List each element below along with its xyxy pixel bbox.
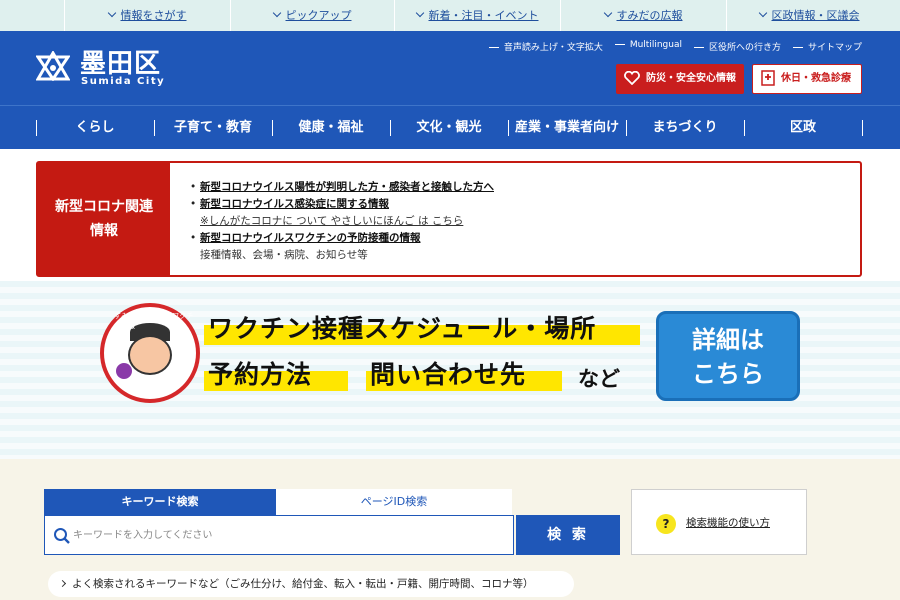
topbar-item-news-events[interactable]: 新着・注目・イベント	[394, 0, 560, 31]
bullet-icon: •	[190, 198, 197, 210]
virus-icon	[116, 363, 132, 379]
topbar-item-label: 区政情報・区議会	[771, 9, 860, 22]
search-button[interactable]: 検 索	[516, 515, 620, 555]
ward-emblem-icon	[36, 51, 70, 81]
mascot-image: すみだ 新型コロナワクチン情報	[100, 303, 200, 403]
safety-info-button[interactable]: 防災・安全安心情報	[616, 64, 744, 94]
corona-link-list: • 新型コロナウイルス陽性が判明した方・感染者と接触した方へ • 新型コロナウイルス…	[190, 179, 494, 264]
util-link-label: Multilingual	[629, 40, 682, 50]
topbar-item-label: ピックアップ	[285, 9, 352, 22]
nav-item-childcare[interactable]: 子育て・教育	[154, 106, 272, 150]
corona-link-easy-japanese[interactable]: ※しんがたコロナに ついて やさしいにほんご は こちら	[190, 215, 463, 227]
util-link-label: 区役所への行き方	[708, 43, 781, 53]
topbar-item-label: すみだの広報	[616, 9, 683, 22]
frequent-keywords-toggle[interactable]: よく検索されるキーワードなど（ごみ仕分け、給付金、転入・転出・戸籍、開庁時間、コ…	[48, 571, 574, 597]
banner-line2a: 予約方法	[208, 360, 313, 389]
help-icon: ?	[656, 514, 676, 534]
banner-line1: ワクチン接種スケジュール・場所	[208, 314, 597, 343]
banner-button-line2: こちら	[692, 360, 764, 388]
safety-button-label: 防災・安全安心情報	[646, 73, 736, 84]
corona-link-vaccine[interactable]: 新型コロナウイルスワクチンの予防接種の情報	[200, 232, 421, 244]
nav-item-culture[interactable]: 文化・観光	[390, 106, 508, 150]
dash-icon	[488, 47, 499, 48]
global-nav: くらし 子育て・教育 健康・福祉 文化・観光 産業・事業者向け まちづくり 区政	[0, 105, 900, 149]
util-link-label: サイトマップ	[807, 43, 862, 53]
corona-label-line1: 新型コロナ関連	[55, 199, 153, 215]
frequent-keywords-label: よく検索されるキーワードなど（ごみ仕分け、給付金、転入・転出・戸籍、開庁時間、コ…	[72, 578, 534, 590]
header-util-links: 音声読み上げ・文字拡大 Multilingual 区役所への行き方 サイトマップ	[488, 40, 862, 53]
search-help-box: ? 検索機能の使い方	[631, 489, 807, 555]
nav-separator	[862, 120, 863, 136]
chevron-right-icon	[58, 579, 67, 588]
banner-section: すみだ 新型コロナワクチン情報 ワクチン接種スケジュール・場所 予約方法 問い合…	[0, 281, 900, 459]
banner-line2c: など	[578, 367, 620, 391]
mascot-face	[128, 335, 172, 375]
topbar-item-ward-council[interactable]: 区政情報・区議会	[726, 0, 892, 31]
list-item: ※しんがたコロナに ついて やさしいにほんご は こちら	[190, 213, 494, 230]
banner-line2b: 問い合わせ先	[370, 360, 527, 389]
list-item: • 新型コロナウイルスワクチンの予防接種の情報	[190, 230, 494, 247]
util-link-sitemap[interactable]: サイトマップ	[792, 40, 862, 53]
corona-link-positive[interactable]: 新型コロナウイルス陽性が判明した方・感染者と接触した方へ	[200, 181, 494, 193]
nav-item-health[interactable]: 健康・福祉	[272, 106, 390, 150]
util-link-multilingual[interactable]: Multilingual	[614, 40, 682, 53]
dash-icon	[614, 44, 625, 45]
list-item: • 新型コロナウイルス陽性が判明した方・感染者と接触した方へ	[190, 179, 494, 196]
mascot-ring-text: すみだ 新型コロナワクチン情報	[114, 312, 194, 330]
logo-sub: Sumida City	[81, 76, 166, 87]
corona-section: 新型コロナ関連 情報 • 新型コロナウイルス陽性が判明した方・感染者と接触した方へ…	[0, 149, 900, 281]
nav-item-living[interactable]: くらし	[36, 106, 154, 150]
search-section: キーワード検索 ページID検索 検 索 ? 検索機能の使い方 よく検索されるキー…	[0, 459, 900, 600]
bullet-icon: •	[190, 232, 197, 244]
topbar-item-label: 情報をさがす	[120, 9, 187, 22]
dash-icon	[693, 47, 704, 48]
top-utility-bar: 情報をさがす ピックアップ 新着・注目・イベント すみだの広報 区政情報・区議会	[0, 0, 900, 31]
site-header: 墨田区 Sumida City 音声読み上げ・文字拡大 Multilingual…	[0, 31, 900, 105]
util-link-label: 音声読み上げ・文字拡大	[503, 43, 603, 53]
topbar-item-public-relations[interactable]: すみだの広報	[560, 0, 726, 31]
chevron-down-icon	[415, 8, 424, 18]
search-input[interactable]	[73, 524, 503, 546]
search-icon	[54, 528, 70, 544]
chevron-down-icon	[603, 8, 612, 18]
search-help-link[interactable]: 検索機能の使い方	[686, 515, 770, 530]
banner-details-button[interactable]: 詳細は こちら	[656, 311, 800, 401]
chevron-down-icon	[107, 8, 116, 18]
chevron-down-icon	[272, 8, 281, 18]
vaccine-banner[interactable]: すみだ 新型コロナワクチン情報 ワクチン接種スケジュール・場所 予約方法 問い合…	[100, 303, 804, 427]
corona-label: 新型コロナ関連 情報	[38, 163, 170, 275]
heart-icon	[624, 71, 640, 85]
chevron-down-icon	[758, 8, 767, 18]
bullet-icon: •	[190, 181, 197, 193]
logo-name: 墨田区	[80, 49, 162, 79]
nav-item-admin[interactable]: 区政	[744, 106, 862, 150]
topbar-item-label: 新着・注目・イベント	[428, 9, 539, 22]
corona-vaccine-sub: 接種情報、会場・病院、お知らせ等	[200, 249, 368, 261]
tab-keyword-search[interactable]: キーワード検索	[44, 489, 276, 521]
nav-item-industry[interactable]: 産業・事業者向け	[508, 106, 626, 150]
site-logo[interactable]: 墨田区 Sumida City	[36, 45, 176, 93]
banner-button-line1: 詳細は	[692, 326, 764, 354]
nav-item-town[interactable]: まちづくり	[626, 106, 744, 150]
tab-pageid-search[interactable]: ページID検索	[276, 489, 512, 515]
clinic-button-label: 休日・救急診療	[781, 73, 851, 84]
util-link-voice-zoom[interactable]: 音声読み上げ・文字拡大	[488, 40, 603, 53]
topbar-item-search-info[interactable]: 情報をさがす	[64, 0, 230, 31]
search-box	[44, 515, 514, 555]
corona-label-line2: 情報	[90, 223, 118, 239]
hospital-icon	[761, 70, 775, 86]
topbar-item-pickup[interactable]: ピックアップ	[230, 0, 394, 31]
dash-icon	[792, 47, 803, 48]
list-item: • 新型コロナウイルス感染症に関する情報	[190, 196, 494, 213]
emergency-clinic-button[interactable]: 休日・救急診療	[752, 64, 862, 94]
util-link-access[interactable]: 区役所への行き方	[693, 40, 781, 53]
corona-link-info[interactable]: 新型コロナウイルス感染症に関する情報	[200, 198, 389, 210]
list-item: 接種情報、会場・病院、お知らせ等	[190, 247, 494, 264]
corona-info-box: 新型コロナ関連 情報 • 新型コロナウイルス陽性が判明した方・感染者と接触した方へ…	[36, 161, 862, 277]
